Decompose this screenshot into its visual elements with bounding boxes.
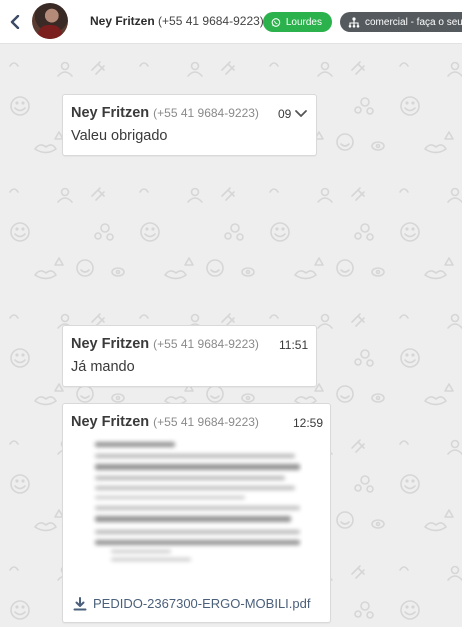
message-bubble[interactable]: Ney Fritzen (+55 41 9684-9223) 12:59 PEDI…: [62, 403, 331, 623]
chevron-left-icon: [10, 15, 20, 29]
sender-phone: (+55 41 9684-9223): [153, 337, 259, 351]
department-tag[interactable]: comercial - faça o seu: [340, 12, 462, 32]
sender-name: Ney Fritzen: [71, 105, 150, 121]
message-time: 12:59: [293, 416, 324, 430]
chevron-down-icon: [295, 110, 307, 117]
message-sender: Ney Fritzen (+55 41 9684-9223): [71, 336, 259, 352]
contact-title: Ney Fritzen (+55 41 9684-9223): [90, 14, 264, 28]
message-sender: Ney Fritzen (+55 41 9684-9223): [71, 105, 259, 121]
message-text: Já mando: [71, 359, 135, 375]
sender-name: Ney Fritzen: [71, 414, 150, 430]
agent-tag-label: Lourdes: [285, 16, 322, 28]
message-time: 11:51: [279, 338, 309, 352]
message-sender: Ney Fritzen (+55 41 9684-9223): [71, 414, 259, 430]
chat-header: Ney Fritzen (+55 41 9684-9223) Lourdes c…: [0, 0, 462, 44]
sender-phone: (+55 41 9684-9223): [153, 106, 259, 120]
pdf-preview[interactable]: [91, 434, 303, 566]
download-icon: [73, 596, 87, 610]
whatsapp-icon: [271, 17, 281, 27]
department-tag-label: comercial - faça o seu: [365, 16, 462, 28]
sender-name: Ney Fritzen: [71, 336, 150, 352]
message-menu-button[interactable]: [294, 107, 308, 119]
message-time: 09: [278, 107, 292, 121]
avatar[interactable]: [32, 3, 68, 39]
chat-area[interactable]: Ney Fritzen (+55 41 9684-9223) 09 Valeu o…: [0, 44, 462, 627]
hierarchy-icon: [348, 16, 360, 28]
back-button[interactable]: [8, 13, 22, 31]
contact-phone: (+55 41 9684-9223): [158, 14, 264, 28]
message-bubble[interactable]: Ney Fritzen (+55 41 9684-9223) 11:51 Já m…: [62, 325, 317, 387]
message-bubble[interactable]: Ney Fritzen (+55 41 9684-9223) 09 Valeu o…: [62, 94, 317, 156]
attachment-filename: PEDIDO-2367300-ERGO-MOBILI.pdf: [93, 596, 311, 611]
pdf-download-link[interactable]: PEDIDO-2367300-ERGO-MOBILI.pdf: [73, 596, 310, 611]
contact-name: Ney Fritzen: [90, 14, 155, 28]
sender-phone: (+55 41 9684-9223): [153, 415, 259, 429]
agent-tag[interactable]: Lourdes: [263, 12, 332, 32]
message-text: Valeu obrigado: [71, 128, 168, 144]
